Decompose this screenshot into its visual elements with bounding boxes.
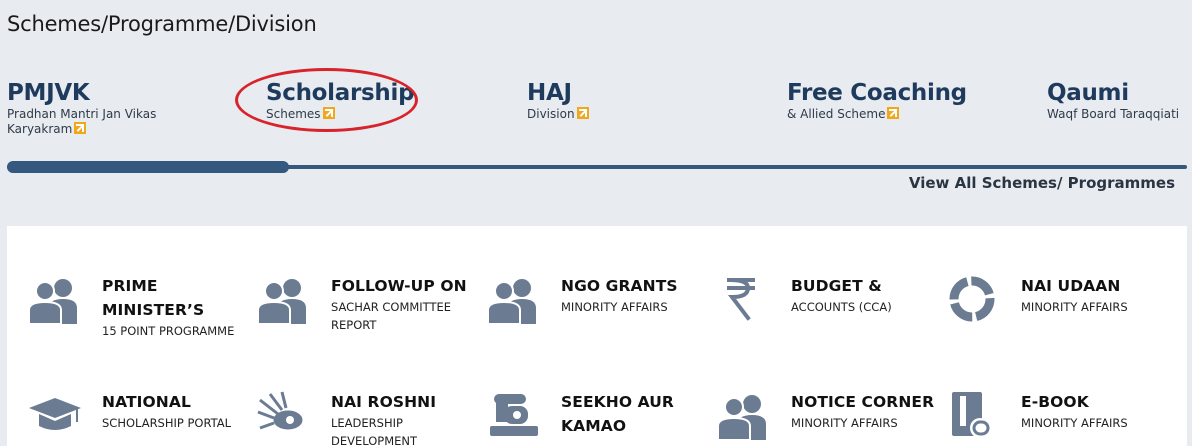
scheme-pmjvk[interactable]: PMJVK Pradhan Mantri Jan Vikas Karyakram — [7, 79, 197, 137]
carousel-thumb[interactable] — [7, 161, 289, 173]
rupee-icon — [727, 277, 755, 321]
ebook-icon — [952, 392, 990, 438]
scheme-subtitle: Pradhan Mantri Jan Vikas Karyakram — [7, 107, 157, 136]
scheme-title: Qaumi — [1047, 80, 1129, 106]
scheme-subtitle: Schemes — [266, 107, 456, 122]
tile-pm-15-point[interactable]: PRIME MINISTER’S 15 POINT PROGRAMME — [27, 274, 247, 344]
graduation-cap-icon — [29, 398, 81, 430]
tile-nai-udaan[interactable]: NAI UDAAN MINORITY AFFAIRS — [946, 274, 1166, 344]
people-icon — [257, 279, 306, 324]
people-icon — [28, 279, 77, 324]
tile-subtitle: MINORITY AFFAIRS — [561, 300, 668, 314]
scheme-subtitle: & Allied Scheme — [787, 107, 987, 122]
external-link-icon — [576, 107, 589, 119]
tile-title: FOLLOW-UP ON — [331, 277, 467, 295]
tile-title: NAI ROSHNI — [331, 393, 437, 411]
tile-title: NATIONAL — [102, 393, 191, 411]
tile-sachar-followup[interactable]: FOLLOW-UP ON SACHAR COMMITTEE REPORT — [256, 274, 476, 344]
people-icon — [487, 279, 536, 324]
tile-ngo-grants[interactable]: NGO GRANTS MINORITY AFFAIRS — [486, 274, 706, 344]
tile-subtitle: LEADERSHIP DEVELOPMENT — [331, 416, 418, 446]
tile-subtitle: MINORITY AFFAIRS — [791, 416, 898, 430]
tile-title: NOTICE CORNER — [791, 393, 935, 411]
external-link-icon — [322, 107, 335, 119]
eye-rays-icon — [257, 391, 303, 430]
sewing-machine-icon — [490, 394, 538, 436]
scheme-title: HAJ — [527, 80, 572, 106]
tile-e-book[interactable]: E-BOOK MINORITY AFFAIRS — [946, 390, 1166, 446]
ring-icon — [949, 276, 995, 322]
tile-subtitle: MINORITY AFFAIRS — [1021, 416, 1128, 430]
page-title: Schemes/Programme/Division — [7, 12, 317, 36]
scheme-qaumi[interactable]: Qaumi Waqf Board Taraqqiati — [1047, 79, 1192, 122]
view-all-schemes-link[interactable]: View All Schemes/ Programmes — [909, 174, 1175, 192]
tile-subtitle: MINORITY AFFAIRS — [1021, 300, 1128, 314]
scheme-title: Free Coaching — [787, 80, 967, 106]
tile-title: NGO GRANTS — [561, 277, 678, 295]
scheme-title: Scholarship — [266, 80, 415, 106]
tile-subtitle: SACHAR COMMITTEE REPORT — [331, 300, 452, 332]
tile-title: PRIME MINISTER’S — [102, 277, 205, 319]
external-link-icon — [887, 107, 900, 119]
scheme-scholarship[interactable]: Scholarship Schemes — [266, 79, 456, 122]
scheme-subtitle: Waqf Board Taraqqiati — [1047, 107, 1180, 121]
scheme-title: PMJVK — [7, 80, 90, 106]
tile-nai-roshni[interactable]: NAI ROSHNI LEADERSHIP DEVELOPMENT — [256, 390, 476, 446]
external-link-icon — [74, 122, 87, 134]
scheme-free-coaching[interactable]: Free Coaching & Allied Scheme — [787, 79, 987, 122]
tile-title: BUDGET & — [791, 277, 882, 295]
tile-title: NAI UDAAN — [1021, 277, 1121, 295]
scheme-subtitle: Division — [527, 107, 717, 122]
tile-notice-corner[interactable]: NOTICE CORNER MINORITY AFFAIRS — [716, 390, 936, 446]
tile-subtitle: 15 POINT PROGRAMME — [102, 324, 235, 338]
tile-title: E-BOOK — [1021, 393, 1089, 411]
quick-links-panel: PRIME MINISTER’S 15 POINT PROGRAMME FOLL… — [7, 226, 1187, 446]
tile-subtitle: SCHOLARSHIP PORTAL — [102, 416, 232, 430]
tile-budget-accounts[interactable]: BUDGET & ACCOUNTS (CCA) — [716, 274, 936, 344]
scheme-haj[interactable]: HAJ Division — [527, 79, 717, 122]
people-icon — [717, 395, 766, 440]
tile-seekho-aur-kamao[interactable]: SEEKHO AUR KAMAO — [486, 390, 706, 446]
tile-title: SEEKHO AUR KAMAO — [561, 393, 674, 435]
tile-national-scholarship[interactable]: NATIONAL SCHOLARSHIP PORTAL — [27, 390, 247, 446]
tile-subtitle: ACCOUNTS (CCA) — [791, 300, 892, 314]
